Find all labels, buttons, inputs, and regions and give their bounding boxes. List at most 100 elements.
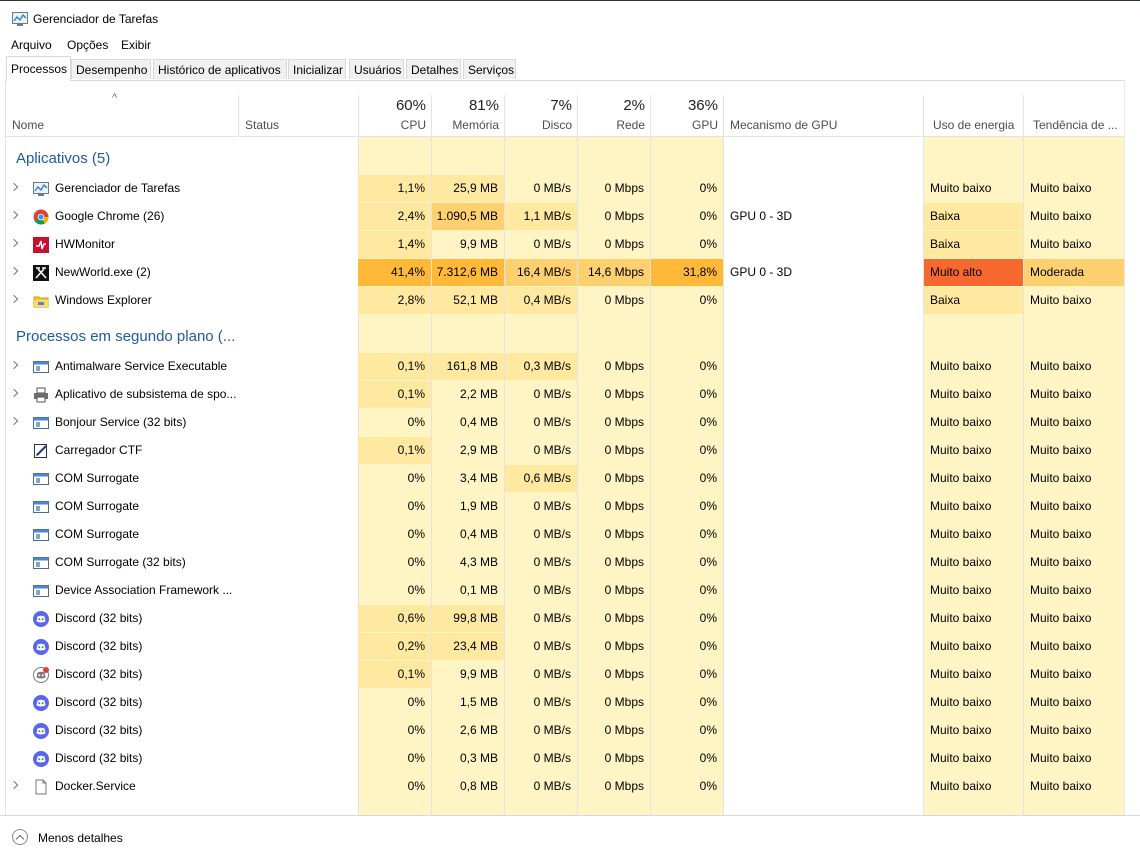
tab-desempenho[interactable]: Desempenho xyxy=(71,59,151,79)
power-trend-value: Muito baixo xyxy=(1024,605,1124,632)
window-title: Gerenciador de Tarefas xyxy=(33,12,159,26)
process-row[interactable]: Discord (32 bits) 0% 0,3 MB 0 MB/s 0 Mbps 0% M… xyxy=(6,745,1124,773)
cpu-value: 0% xyxy=(407,555,425,569)
header-name[interactable]: ^ Nome xyxy=(6,92,238,137)
header-power[interactable]: Uso de energia xyxy=(924,95,1024,137)
collapse-icon[interactable] xyxy=(12,829,28,845)
process-row[interactable]: Carregador CTF 0,1% 2,9 MB 0 MB/s 0 Mbps 0% Mu… xyxy=(6,437,1124,465)
power-usage-value: Muito baixo xyxy=(924,689,1023,716)
disk-value: 0 MB/s xyxy=(533,527,571,541)
disk-value: 0 MB/s xyxy=(533,443,571,457)
service-window-icon xyxy=(33,527,49,543)
power-trend-value: Muito baixo xyxy=(1024,689,1124,716)
network-value: 0 Mbps xyxy=(604,611,644,625)
header-net[interactable]: 2% Rede xyxy=(578,95,651,137)
power-trend-value: Muito baixo xyxy=(1024,175,1124,202)
process-row[interactable]: COM Surrogate 0% 0,4 MB 0 MB/s 0 Mbps 0% Muito… xyxy=(6,521,1124,549)
memory-value: 23,4 MB xyxy=(432,633,504,660)
process-row[interactable]: Device Association Framework ... 0% 0,1 MB… xyxy=(6,577,1124,605)
process-row[interactable]: HWMonitor 1,4% 9,9 MB 0 MB/s 0 Mbps 0% Baixa Mu… xyxy=(6,231,1124,259)
process-row[interactable]: Windows Explorer 2,8% 52,1 MB 0,4 MB/s 0 Mbp… xyxy=(6,287,1124,315)
header-mem[interactable]: 81% Memória xyxy=(432,95,505,137)
gpu-value: 0% xyxy=(699,237,717,251)
process-row[interactable]: COM Surrogate 0% 1,9 MB 0 MB/s 0 Mbps 0% Muito… xyxy=(6,493,1124,521)
menu-exibir[interactable]: Exibir xyxy=(121,38,151,52)
process-row[interactable]: Discord (32 bits) 0,1% 9,9 MB 0 MB/s 0 Mbps 0… xyxy=(6,661,1124,689)
header-cpu[interactable]: 60% CPU xyxy=(358,95,432,137)
process-row[interactable]: Docker.Service 0% 0,8 MB 0 MB/s 0 Mbps 0% Muit… xyxy=(6,773,1124,801)
disk-value: 0,6 MB/s xyxy=(505,465,577,492)
gpu-engine-value xyxy=(724,287,924,314)
document-icon xyxy=(33,779,49,795)
process-row[interactable]: Discord (32 bits) 0% 2,6 MB 0 MB/s 0 Mbps 0% M… xyxy=(6,717,1124,745)
tab-historico[interactable]: Histórico de aplicativos xyxy=(153,59,287,79)
expand-chevron-icon[interactable] xyxy=(9,294,19,304)
group-background[interactable]: Processos em segundo plano (... xyxy=(16,328,235,345)
gpu-value: 0% xyxy=(699,583,717,597)
title-bar: Gerenciador de Tarefas xyxy=(0,0,1140,37)
tab-processos[interactable]: Processos xyxy=(6,56,71,81)
header-disk[interactable]: 7% Disco xyxy=(505,95,578,137)
cpu-value: 1,1% xyxy=(358,175,431,202)
expand-chevron-icon[interactable] xyxy=(9,210,19,220)
header-net-label: Rede xyxy=(616,118,645,132)
memory-value: 0,8 MB xyxy=(459,779,498,793)
process-row[interactable]: Bonjour Service (32 bits) 0% 0,4 MB 0 MB/s 0… xyxy=(6,409,1124,437)
power-trend-value: Muito baixo xyxy=(1024,577,1124,604)
gpu-value: 0% xyxy=(699,471,717,485)
header-disk-pct: 7% xyxy=(550,97,572,114)
process-row[interactable]: COM Surrogate 0% 3,4 MB 0,6 MB/s 0 Mbps 0% Mui… xyxy=(6,465,1124,493)
network-value: 0 Mbps xyxy=(604,751,644,765)
power-usage-value: Muito baixo xyxy=(924,773,1023,800)
process-row[interactable]: Discord (32 bits) 0,6% 99,8 MB 0 MB/s 0 Mbps… xyxy=(6,605,1124,633)
tab-servicos[interactable]: Serviços xyxy=(463,59,516,79)
cpu-value: 0,1% xyxy=(358,437,431,464)
tab-usuarios[interactable]: Usuários xyxy=(349,59,404,79)
process-row[interactable]: Discord (32 bits) 0,2% 23,4 MB 0 MB/s 0 Mbps… xyxy=(6,633,1124,661)
header-status[interactable]: Status xyxy=(239,95,358,137)
expand-chevron-icon[interactable] xyxy=(9,388,19,398)
disk-value: 0,3 MB/s xyxy=(505,353,577,380)
header-gpu-engine[interactable]: Mecanismo de GPU xyxy=(724,95,924,137)
process-name: Docker.Service xyxy=(55,779,136,793)
process-row[interactable]: NewWorld.exe (2) 41,4% 7.312,6 MB 16,4 MB/s… xyxy=(6,259,1124,287)
expand-chevron-icon[interactable] xyxy=(9,416,19,426)
process-name: Carregador CTF xyxy=(55,443,143,457)
disk-value: 0 MB/s xyxy=(533,499,571,513)
expand-chevron-icon[interactable] xyxy=(9,182,19,192)
expand-chevron-icon[interactable] xyxy=(9,780,19,790)
tab-detalhes[interactable]: Detalhes xyxy=(406,59,461,79)
expand-chevron-icon[interactable] xyxy=(9,238,19,248)
power-trend-value: Muito baixo xyxy=(1024,661,1124,688)
expand-chevron-icon[interactable] xyxy=(9,266,19,276)
group-apps[interactable]: Aplicativos (5) xyxy=(16,150,110,167)
process-row[interactable]: Discord (32 bits) 0% 1,5 MB 0 MB/s 0 Mbps 0% M… xyxy=(6,689,1124,717)
process-name: NewWorld.exe (2) xyxy=(55,265,151,279)
process-name: Gerenciador de Tarefas xyxy=(55,181,181,195)
process-name: Google Chrome (26) xyxy=(55,209,165,223)
cpu-value: 0% xyxy=(407,415,425,429)
process-name: Aplicativo de subsistema de spo... xyxy=(55,387,237,401)
header-power-trend[interactable]: Tendência de ... xyxy=(1024,95,1124,137)
process-row[interactable]: Aplicativo de subsistema de spo... 0,1% 2,… xyxy=(6,381,1124,409)
gpu-engine-value xyxy=(724,175,924,202)
menu-opcoes[interactable]: Opções xyxy=(67,38,108,52)
expand-chevron-icon[interactable] xyxy=(9,360,19,370)
ctf-icon xyxy=(33,443,49,459)
power-trend-value: Muito baixo xyxy=(1024,353,1124,380)
process-row[interactable]: Antimalware Service Executable 0,1% 161,8 … xyxy=(6,353,1124,381)
right-edge xyxy=(1124,80,1140,815)
power-usage-value: Muito baixo xyxy=(924,577,1023,604)
process-row[interactable]: COM Surrogate (32 bits) 0% 4,3 MB 0 MB/s 0 M… xyxy=(6,549,1124,577)
memory-value: 9,9 MB xyxy=(459,667,498,681)
process-row[interactable]: Google Chrome (26) 2,4% 1.090,5 MB 1,1 MB/s… xyxy=(6,203,1124,231)
power-usage-value: Muito baixo xyxy=(924,717,1023,744)
gpu-value: 0% xyxy=(699,387,717,401)
menu-arquivo[interactable]: Arquivo xyxy=(11,38,52,52)
header-status-label: Status xyxy=(245,118,280,132)
tab-inicializar[interactable]: Inicializar xyxy=(288,59,346,79)
memory-value: 7.312,6 MB xyxy=(432,259,504,286)
header-gpu[interactable]: 36% GPU xyxy=(651,95,724,137)
process-row[interactable]: Gerenciador de Tarefas 1,1% 25,9 MB 0 MB/s 0… xyxy=(6,175,1124,203)
fewer-details-link[interactable]: Menos detalhes xyxy=(38,831,123,845)
